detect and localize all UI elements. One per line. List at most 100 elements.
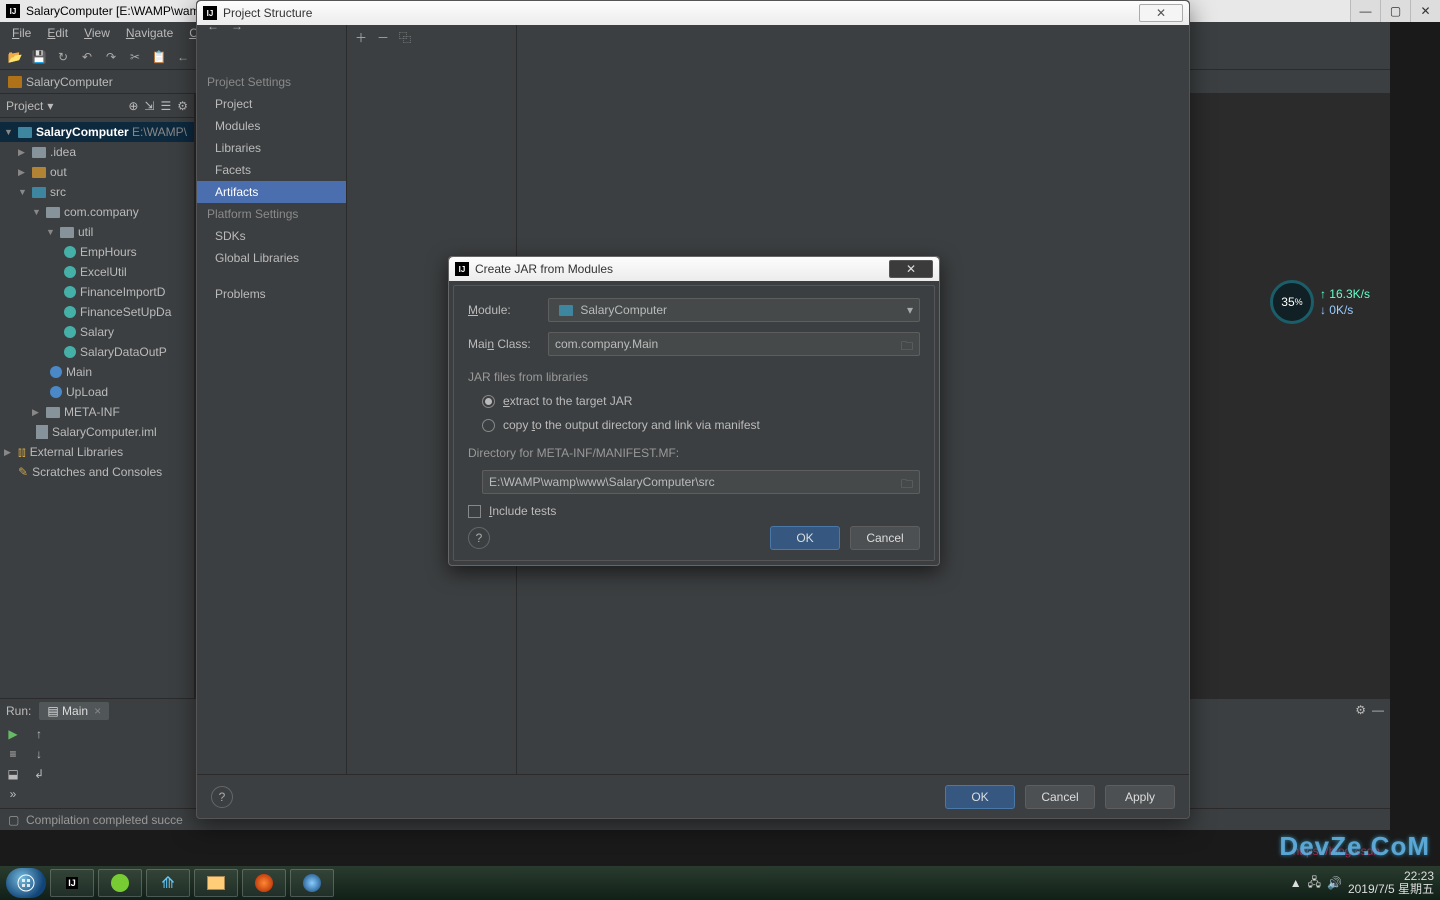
task-app2[interactable] — [98, 869, 142, 897]
undo-icon[interactable]: ↶ — [78, 48, 96, 66]
task-browser[interactable] — [290, 869, 334, 897]
tree-util[interactable]: ▼util — [0, 222, 194, 242]
menu-edit[interactable]: Edit — [39, 24, 76, 42]
tree-pkg[interactable]: ▼com.company — [0, 202, 194, 222]
locate-icon[interactable]: ⊕ — [128, 99, 138, 113]
tree-idea[interactable]: ▶.idea — [0, 142, 194, 162]
menu-file[interactable]: File — [4, 24, 39, 42]
open-icon[interactable]: 📂 — [6, 48, 24, 66]
close-icon[interactable]: × — [94, 704, 101, 718]
ps-apply-button[interactable]: Apply — [1105, 785, 1175, 809]
play-icon[interactable]: ▶ — [8, 727, 17, 741]
ps-item-libraries[interactable]: Libraries — [197, 137, 346, 159]
close-button[interactable]: ✕ — [1410, 0, 1440, 22]
more-icon[interactable]: » — [10, 787, 17, 801]
ps-item-facets[interactable]: Facets — [197, 159, 346, 181]
maximize-button[interactable]: ▢ — [1380, 0, 1410, 22]
ps-item-artifacts[interactable]: Artifacts — [197, 181, 346, 203]
jar-ok-button[interactable]: OK — [770, 526, 840, 550]
help-button[interactable]: ? — [211, 786, 233, 808]
back-icon[interactable]: ← — [207, 19, 219, 33]
mainclass-input[interactable]: com.company.Main 🗀 — [548, 332, 920, 356]
jar-close-button[interactable]: ✕ — [889, 260, 933, 278]
tree-root[interactable]: ▼SalaryComputer E:\WAMP\ — [0, 122, 194, 142]
ps-heading-platform: Platform Settings — [197, 203, 346, 225]
tree-src[interactable]: ▼src — [0, 182, 194, 202]
tree-file[interactable]: EmpHours — [0, 242, 194, 262]
system-tray[interactable]: ▲ 🖧 🔊 22:23 2019/7/5 星期五 — [1290, 866, 1434, 900]
browse-icon[interactable]: 🗀 — [901, 475, 913, 496]
refresh-icon[interactable]: ↻ — [54, 48, 72, 66]
project-label[interactable]: Project — [6, 99, 43, 113]
dropdown-icon[interactable]: ▾ — [47, 99, 53, 113]
jar-cancel-button[interactable]: Cancel — [850, 526, 920, 550]
radio-extract[interactable]: extract to the target JAR — [482, 394, 920, 408]
ps-cancel-button[interactable]: Cancel — [1025, 785, 1095, 809]
wrap-icon[interactable]: ↲ — [34, 767, 44, 781]
tree-file[interactable]: Salary — [0, 322, 194, 342]
add-icon[interactable]: ＋ — [355, 29, 367, 46]
project-tool-header: Project ▾ ⊕ ⇲ ☰ ⚙ — [0, 94, 194, 118]
clock[interactable]: 22:23 2019/7/5 星期五 — [1348, 870, 1434, 896]
minimize-icon[interactable]: — — [1372, 703, 1384, 717]
task-explorer[interactable] — [194, 869, 238, 897]
gear-icon[interactable]: ⚙ — [177, 99, 188, 113]
tree-out[interactable]: ▶out — [0, 162, 194, 182]
browse-icon[interactable]: 🗀 — [901, 337, 913, 358]
menu-view[interactable]: View — [76, 24, 118, 42]
gear-icon[interactable]: ⚙ — [1355, 703, 1366, 717]
layout-icon[interactable]: ⬓ — [7, 767, 18, 781]
tray-icon[interactable]: 🔊 — [1327, 876, 1342, 890]
tree-file[interactable]: FinanceImportD — [0, 282, 194, 302]
ps-close-button[interactable]: ✕ — [1139, 4, 1183, 22]
stop-icon[interactable]: ≡ — [9, 747, 16, 761]
ps-ok-button[interactable]: OK — [945, 785, 1015, 809]
collapse-icon[interactable]: ⇲ — [144, 99, 154, 113]
tree-file[interactable]: FinanceSetUpDa — [0, 302, 194, 322]
radio-copy[interactable]: copy to the output directory and link vi… — [482, 418, 920, 432]
task-intellij[interactable]: IJ — [50, 869, 94, 897]
manifest-path-input[interactable]: E:\WAMP\wamp\www\SalaryComputer\src 🗀 — [482, 470, 920, 494]
tree-iml[interactable]: SalaryComputer.iml — [0, 422, 194, 442]
down-icon[interactable]: ↓ — [36, 747, 42, 761]
tree-ext-lib[interactable]: ▶⫾⫾External Libraries — [0, 442, 194, 462]
help-button[interactable]: ? — [468, 527, 490, 549]
jar-titlebar[interactable]: IJ Create JAR from Modules ✕ — [449, 257, 939, 281]
forward-icon[interactable]: → — [231, 19, 243, 33]
save-icon[interactable]: 💾 — [30, 48, 48, 66]
ps-item-global-libs[interactable]: Global Libraries — [197, 247, 346, 269]
tree-file[interactable]: SalaryDataOutP — [0, 342, 194, 362]
run-tab-main[interactable]: ▤ Main × — [39, 702, 109, 720]
remove-icon[interactable]: － — [377, 29, 389, 46]
settings-icon[interactable]: ☰ — [160, 99, 171, 113]
ps-item-modules[interactable]: Modules — [197, 115, 346, 137]
tool-window-icon[interactable]: ▢ — [8, 813, 19, 827]
ps-item-sdks[interactable]: SDKs — [197, 225, 346, 247]
net-speed-widget[interactable]: 35% ↑ 16.3K/s ↓ 0K/s — [1270, 280, 1370, 324]
start-button[interactable] — [6, 868, 46, 898]
ps-footer: ? OK Cancel Apply — [197, 774, 1189, 818]
tree-main[interactable]: Main — [0, 362, 194, 382]
tree-file[interactable]: ExcelUtil — [0, 262, 194, 282]
tree-scratch[interactable]: ✎Scratches and Consoles — [0, 462, 194, 482]
tray-icon[interactable]: ▲ — [1290, 876, 1302, 890]
up-icon[interactable]: ↑ — [36, 727, 42, 741]
ps-item-problems[interactable]: Problems — [197, 283, 346, 305]
back-icon[interactable]: ← — [174, 48, 192, 66]
copy-icon[interactable]: ⿻ — [399, 29, 411, 46]
task-firefox[interactable] — [242, 869, 286, 897]
include-tests-checkbox[interactable]: Include tests — [468, 504, 920, 518]
menu-navigate[interactable]: Navigate — [118, 24, 181, 42]
tree-metainf[interactable]: ▶META-INF — [0, 402, 194, 422]
redo-icon[interactable]: ↷ — [102, 48, 120, 66]
minimize-button[interactable]: — — [1350, 0, 1380, 22]
cut-icon[interactable]: ✂ — [126, 48, 144, 66]
tree-upload[interactable]: UpLoad — [0, 382, 194, 402]
module-select[interactable]: SalaryComputer ▾ — [548, 298, 920, 322]
task-app3[interactable]: ⟰ — [146, 869, 190, 897]
ps-titlebar[interactable]: IJ Project Structure ✕ — [197, 1, 1189, 25]
ps-item-project[interactable]: Project — [197, 93, 346, 115]
paste-icon[interactable]: 📋 — [150, 48, 168, 66]
breadcrumb-root[interactable]: SalaryComputer — [26, 75, 113, 89]
tray-icon[interactable]: 🖧 — [1308, 873, 1321, 894]
